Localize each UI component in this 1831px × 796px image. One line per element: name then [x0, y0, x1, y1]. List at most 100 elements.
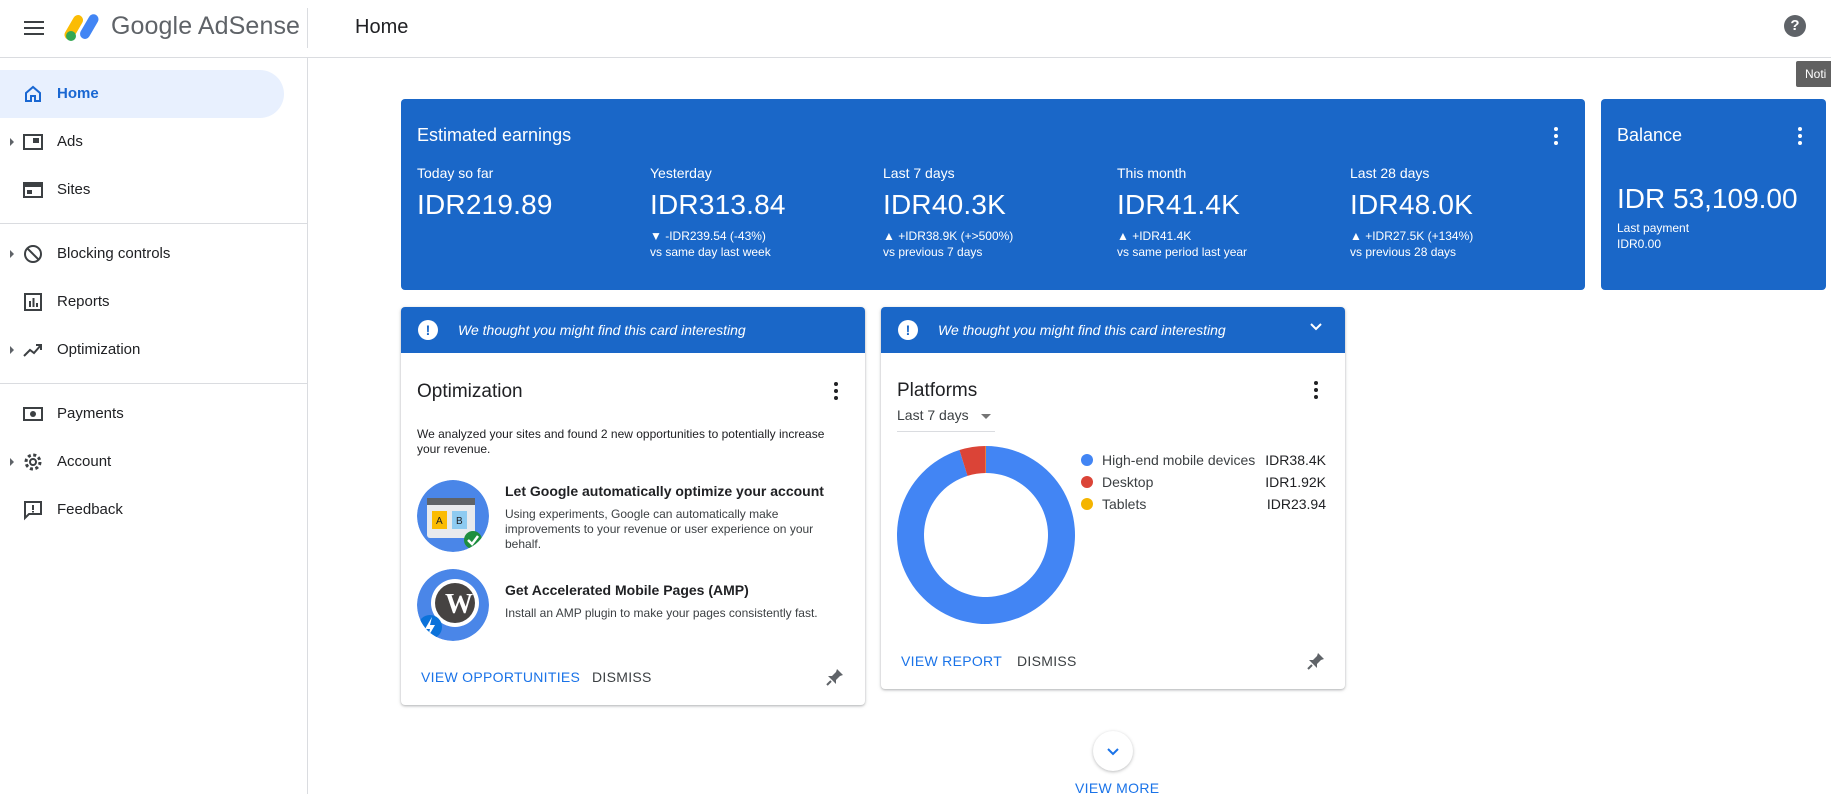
- dismiss-button[interactable]: DISMISS: [1017, 653, 1077, 669]
- metric-change: ▼ -IDR239.54 (-43%): [650, 229, 870, 243]
- metric-change: ▲ +IDR41.4K: [1117, 229, 1337, 243]
- sidebar-item-label: Home: [57, 85, 99, 102]
- opportunity-title[interactable]: Get Accelerated Mobile Pages (AMP): [505, 582, 749, 598]
- legend-value: IDR1.92K: [1265, 474, 1326, 490]
- legend-name: High-end mobile devices: [1102, 452, 1255, 468]
- sidebar-item-label: Ads: [57, 133, 83, 150]
- platforms-donut-chart: [897, 446, 1075, 624]
- adsense-logo: [64, 12, 102, 42]
- more-vert-icon[interactable]: [1313, 381, 1319, 401]
- sites-icon: [22, 179, 44, 201]
- expand-caret-icon: [10, 458, 14, 466]
- date-range-value: Last 7 days: [897, 407, 969, 423]
- banner-text: We thought you might find this card inte…: [938, 322, 1226, 338]
- legend-name: Desktop: [1102, 474, 1153, 490]
- earnings-title: Estimated earnings: [417, 125, 571, 146]
- reports-icon: [22, 291, 44, 313]
- legend-name: Tablets: [1102, 496, 1146, 512]
- last-payment-value: IDR0.00: [1617, 237, 1661, 251]
- metric-change: ▲ +IDR27.5K (+134%): [1350, 229, 1570, 243]
- view-report-button[interactable]: VIEW REPORT: [901, 653, 1002, 669]
- pin-icon[interactable]: [825, 667, 845, 687]
- legend-value: IDR23.94: [1267, 496, 1326, 512]
- legend-item: Tablets IDR23.94: [1081, 494, 1326, 514]
- more-vert-icon[interactable]: [1797, 127, 1803, 147]
- platforms-card: ! We thought you might find this card in…: [881, 307, 1345, 689]
- metric-value: IDR41.4K: [1117, 189, 1337, 221]
- card-intro: We analyzed your sites and found 2 new o…: [417, 427, 849, 457]
- optimization-card: ! We thought you might find this card in…: [401, 307, 865, 705]
- sidebar-item-optimization[interactable]: Optimization: [0, 326, 284, 374]
- sidebar-item-label: Optimization: [57, 341, 140, 358]
- nav-divider: [0, 383, 307, 384]
- sidebar-nav: Home Ads Sites Blocking controls Reports…: [0, 58, 308, 794]
- alert-icon: !: [418, 320, 438, 340]
- view-opportunities-button[interactable]: VIEW OPPORTUNITIES: [421, 669, 580, 685]
- sidebar-item-feedback[interactable]: Feedback: [0, 486, 284, 534]
- metric-last-7-days[interactable]: Last 7 days IDR40.3K ▲ +IDR38.9K (+>500%…: [883, 165, 1103, 259]
- alert-icon: !: [898, 320, 918, 340]
- metric-compare: vs previous 28 days: [1350, 245, 1570, 259]
- balance-title: Balance: [1617, 125, 1682, 146]
- sidebar-item-payments[interactable]: Payments: [0, 390, 284, 438]
- metric-label: Yesterday: [650, 165, 870, 181]
- metric-last-28-days[interactable]: Last 28 days IDR48.0K ▲ +IDR27.5K (+134%…: [1350, 165, 1570, 259]
- metric-value: IDR40.3K: [883, 189, 1103, 221]
- sidebar-item-label: Sites: [57, 181, 90, 198]
- chevron-down-icon[interactable]: [1309, 320, 1323, 334]
- balance-card: Balance IDR 53,109.00 Last payment IDR0.…: [1601, 99, 1826, 290]
- sidebar-item-blocking-controls[interactable]: Blocking controls: [0, 230, 284, 278]
- metric-compare: vs same period last year: [1117, 245, 1337, 259]
- dismiss-button[interactable]: DISMISS: [592, 669, 652, 685]
- notifications-tooltip: Noti: [1796, 61, 1831, 87]
- svg-text:B: B: [456, 516, 463, 527]
- help-icon[interactable]: ?: [1784, 15, 1806, 37]
- metric-yesterday[interactable]: Yesterday IDR313.84 ▼ -IDR239.54 (-43%) …: [650, 165, 870, 259]
- sidebar-item-account[interactable]: Account: [0, 438, 284, 486]
- payments-icon: [22, 403, 44, 425]
- card-title: Platforms: [897, 380, 977, 402]
- svg-text:W: W: [445, 589, 473, 620]
- ab-test-illustration: A B: [417, 480, 489, 552]
- home-icon: [22, 83, 44, 105]
- wordpress-amp-illustration: W: [417, 569, 489, 641]
- legend-value: IDR38.4K: [1265, 452, 1326, 468]
- expand-caret-icon: [10, 138, 14, 146]
- chevron-down-icon: [1106, 745, 1120, 759]
- dropdown-arrow-icon: [981, 414, 991, 419]
- menu-icon[interactable]: [20, 14, 48, 42]
- svg-text:A: A: [436, 516, 443, 527]
- opportunity-title[interactable]: Let Google automatically optimize your a…: [505, 483, 824, 499]
- expand-caret-icon: [10, 250, 14, 258]
- legend-dot: [1081, 454, 1093, 466]
- metric-today[interactable]: Today so far IDR219.89: [417, 165, 637, 221]
- metric-this-month[interactable]: This month IDR41.4K ▲ +IDR41.4K vs same …: [1117, 165, 1337, 259]
- top-app-bar: Google AdSense Home ?: [0, 0, 1831, 58]
- sidebar-item-home[interactable]: Home: [0, 70, 284, 118]
- legend-item: Desktop IDR1.92K: [1081, 472, 1326, 492]
- last-payment-label: Last payment: [1617, 221, 1689, 235]
- sidebar-item-label: Reports: [57, 293, 110, 310]
- trending-up-icon: [22, 339, 44, 361]
- legend-dot: [1081, 498, 1093, 510]
- metric-compare: vs same day last week: [650, 245, 870, 259]
- metric-value: IDR313.84: [650, 189, 870, 221]
- sidebar-item-sites[interactable]: Sites: [0, 166, 284, 214]
- metric-label: This month: [1117, 165, 1337, 181]
- legend-dot: [1081, 476, 1093, 488]
- brand-divider: [307, 8, 308, 48]
- brand-name: Google AdSense: [111, 12, 300, 41]
- view-more-button[interactable]: [1093, 731, 1133, 771]
- metric-label: Last 7 days: [883, 165, 1103, 181]
- sidebar-item-reports[interactable]: Reports: [0, 278, 284, 326]
- card-banner: ! We thought you might find this card in…: [881, 307, 1345, 353]
- more-vert-icon[interactable]: [1553, 127, 1559, 147]
- metric-compare: vs previous 7 days: [883, 245, 1103, 259]
- date-range-select[interactable]: Last 7 days: [897, 407, 995, 432]
- metric-value: IDR219.89: [417, 189, 637, 221]
- pin-icon[interactable]: [1306, 651, 1326, 671]
- more-vert-icon[interactable]: [833, 382, 839, 402]
- gear-icon: [22, 451, 44, 473]
- sidebar-item-label: Account: [57, 453, 111, 470]
- sidebar-item-ads[interactable]: Ads: [0, 118, 284, 166]
